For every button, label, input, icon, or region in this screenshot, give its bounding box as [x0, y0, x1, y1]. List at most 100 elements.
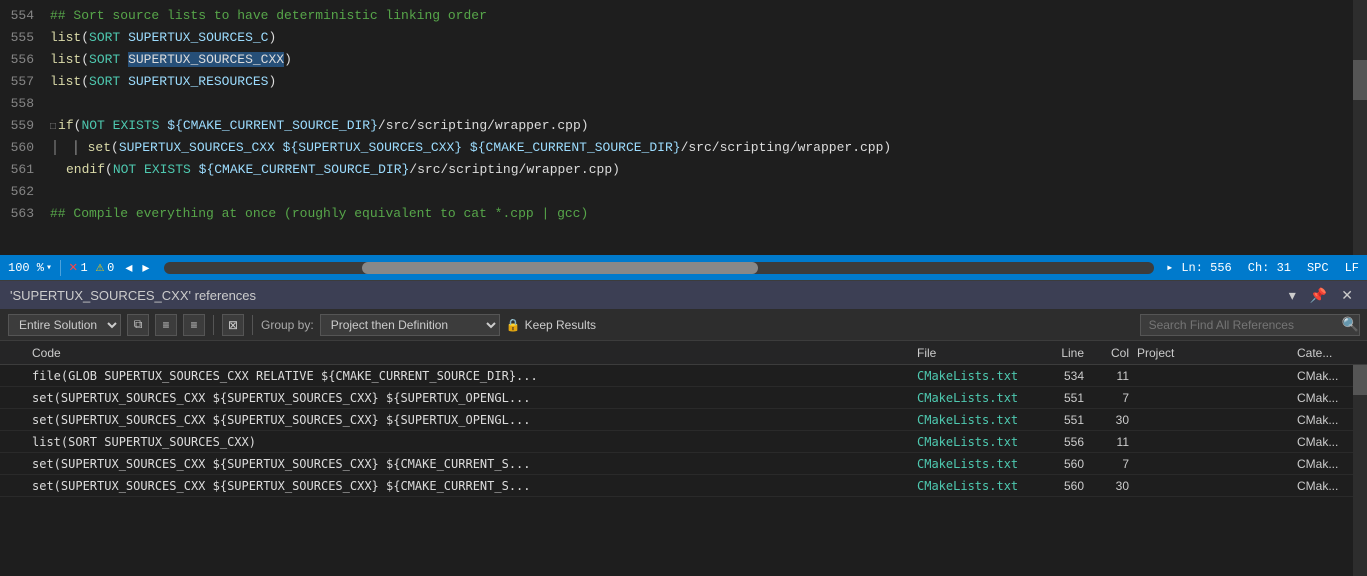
row-5-file: CMakeLists.txt — [917, 479, 1037, 493]
row-5-code: set(SUPERTUX_SOURCES_CXX ${SUPERTUX_SOUR… — [24, 479, 917, 493]
nav-back-button[interactable]: ◂ — [122, 259, 135, 276]
row-5-col: 30 — [1092, 479, 1137, 493]
row-4-file: CMakeLists.txt — [917, 457, 1037, 471]
horizontal-scrollbar-thumb — [362, 262, 758, 274]
nav-scroll-right[interactable]: ▸ — [1166, 260, 1173, 275]
results-body: file(GLOB SUPERTUX_SOURCES_CXX RELATIVE … — [0, 365, 1367, 576]
line-num-558: 558 — [0, 96, 50, 111]
row-1-col: 7 — [1092, 391, 1137, 405]
col-col-header: Col — [1092, 346, 1137, 360]
panel-title: 'SUPERTUX_SOURCES_CXX' references — [10, 288, 1277, 303]
results-header: Code File Line Col Project Cate... — [0, 341, 1367, 365]
editor-scrollbar[interactable] — [1353, 0, 1367, 255]
panel-close-button[interactable]: ✕ — [1337, 285, 1357, 306]
row-1-line: 551 — [1037, 391, 1092, 405]
line-num-559: 559 — [0, 118, 50, 133]
row-4-code: set(SUPERTUX_SOURCES_CXX ${SUPERTUX_SOUR… — [24, 457, 917, 471]
col-project-header: Project — [1137, 346, 1297, 360]
find-references-panel: 'SUPERTUX_SOURCES_CXX' references ▾ 📌 ✕ … — [0, 280, 1367, 576]
code-line-559: 559 □if(NOT EXISTS ${CMAKE_CURRENT_SOURC… — [0, 114, 1367, 136]
code-lines: 554 ## Sort source lists to have determi… — [0, 0, 1367, 224]
collapse-button[interactable]: ≡ — [183, 314, 205, 336]
panel-titlebar: 'SUPERTUX_SOURCES_CXX' references ▾ 📌 ✕ — [0, 281, 1367, 309]
error-icon: ✕ — [69, 259, 77, 276]
row-0-col: 11 — [1092, 369, 1137, 383]
result-row-5[interactable]: set(SUPERTUX_SOURCES_CXX ${SUPERTUX_SOUR… — [0, 475, 1367, 497]
zoom-dropdown-icon[interactable]: ▾ — [46, 262, 52, 274]
scope-dropdown[interactable]: Entire Solution — [8, 314, 121, 336]
zoom-control[interactable]: 100 % ▾ — [8, 261, 52, 275]
row-0-file: CMakeLists.txt — [917, 369, 1037, 383]
row-3-file: CMakeLists.txt — [917, 435, 1037, 449]
warning-count[interactable]: ⚠ 0 — [96, 259, 115, 276]
line-num-561: 561 — [0, 162, 50, 177]
line-content-555: list(SORT SUPERTUX_SOURCES_C) — [50, 30, 1367, 45]
panel-toolbar: Entire Solution ⧉ ≡ ≡ ⊠ Group by: Projec… — [0, 309, 1367, 341]
zoom-value: 100 % — [8, 261, 44, 275]
row-0-code: file(GLOB SUPERTUX_SOURCES_CXX RELATIVE … — [24, 369, 917, 383]
code-line-558: 558 — [0, 92, 1367, 114]
row-4-line: 560 — [1037, 457, 1092, 471]
status-divider-1 — [60, 260, 61, 276]
line-content-560: │ set(SUPERTUX_SOURCES_CXX ${SUPERTUX_SO… — [54, 140, 1367, 155]
row-2-line: 551 — [1037, 413, 1092, 427]
editor-scrollbar-thumb — [1353, 60, 1367, 100]
result-row-3[interactable]: list(SORT SUPERTUX_SOURCES_CXX) CMakeLis… — [0, 431, 1367, 453]
error-num: 1 — [80, 261, 87, 275]
row-3-code: list(SORT SUPERTUX_SOURCES_CXX) — [24, 435, 917, 449]
line-num-555: 555 — [0, 30, 50, 45]
row-4-col: 7 — [1092, 457, 1137, 471]
copy-button[interactable]: ⧉ — [127, 314, 149, 336]
line-content-563: ## Compile everything at once (roughly e… — [50, 206, 1367, 221]
result-row-0[interactable]: file(GLOB SUPERTUX_SOURCES_CXX RELATIVE … — [0, 365, 1367, 387]
row-3-col: 11 — [1092, 435, 1137, 449]
row-2-col: 30 — [1092, 413, 1137, 427]
code-line-561: 561 endif(NOT EXISTS ${CMAKE_CURRENT_SOU… — [0, 158, 1367, 180]
keep-results-button[interactable]: 🔒 Keep Results — [506, 318, 596, 332]
warning-icon: ⚠ — [96, 259, 104, 276]
result-row-4[interactable]: set(SUPERTUX_SOURCES_CXX ${SUPERTUX_SOUR… — [0, 453, 1367, 475]
row-5-line: 560 — [1037, 479, 1092, 493]
nav-buttons: ◂ ▸ — [122, 259, 152, 276]
results-scrollbar[interactable] — [1353, 365, 1367, 576]
row-2-code: set(SUPERTUX_SOURCES_CXX ${SUPERTUX_SOUR… — [24, 413, 917, 427]
horizontal-scrollbar[interactable] — [164, 262, 1154, 274]
warning-num: 0 — [107, 261, 114, 275]
line-num-560: 560 — [0, 140, 50, 155]
row-1-file: CMakeLists.txt — [917, 391, 1037, 405]
ch-display: Ch: 31 — [1248, 261, 1291, 275]
search-refs-icon-button[interactable]: 🔍 — [1342, 316, 1359, 333]
line-content-557: list(SORT SUPERTUX_RESOURCES) — [50, 74, 1367, 89]
error-count[interactable]: ✕ 1 — [69, 259, 88, 276]
line-num-554: 554 — [0, 8, 50, 23]
row-1-code: set(SUPERTUX_SOURCES_CXX ${SUPERTUX_SOUR… — [24, 391, 917, 405]
expand-button[interactable]: ≡ — [155, 314, 177, 336]
eol-display: LF — [1345, 261, 1359, 275]
toolbar-separator — [213, 315, 214, 335]
code-line-563: 563 ## Compile everything at once (rough… — [0, 202, 1367, 224]
col-cate-header: Cate... — [1297, 346, 1367, 360]
line-content-559: □if(NOT EXISTS ${CMAKE_CURRENT_SOURCE_DI… — [50, 118, 1367, 133]
search-refs-input[interactable] — [1140, 314, 1360, 336]
line-content-556: list(SORT SUPERTUX_SOURCES_CXX) — [50, 52, 1367, 67]
results-scroll-thumb — [1353, 365, 1367, 395]
code-line-557: 557 list(SORT SUPERTUX_RESOURCES) — [0, 70, 1367, 92]
line-content-561: endif(NOT EXISTS ${CMAKE_CURRENT_SOURCE_… — [50, 162, 1367, 177]
result-row-1[interactable]: set(SUPERTUX_SOURCES_CXX ${SUPERTUX_SOUR… — [0, 387, 1367, 409]
ln-display: Ln: 556 — [1181, 261, 1231, 275]
code-line-556: 556 list(SORT SUPERTUX_SOURCES_CXX) — [0, 48, 1367, 70]
group-by-dropdown[interactable]: Project then Definition — [320, 314, 500, 336]
row-0-line: 534 — [1037, 369, 1092, 383]
code-line-555: 555 list(SORT SUPERTUX_SOURCES_C) — [0, 26, 1367, 48]
row-2-file: CMakeLists.txt — [917, 413, 1037, 427]
status-bar: 100 % ▾ ✕ 1 ⚠ 0 ◂ ▸ ▸ Ln: 556 Ch: 31 SPC… — [0, 255, 1367, 280]
status-right: Ln: 556 Ch: 31 SPC LF — [1181, 261, 1359, 275]
result-row-2[interactable]: set(SUPERTUX_SOURCES_CXX ${SUPERTUX_SOUR… — [0, 409, 1367, 431]
code-line-562: 562 — [0, 180, 1367, 202]
code-line-554: 554 ## Sort source lists to have determi… — [0, 4, 1367, 26]
panel-dropdown-button[interactable]: ▾ — [1285, 285, 1300, 306]
filter-button[interactable]: ⊠ — [222, 314, 244, 336]
keep-results-label: Keep Results — [525, 318, 596, 332]
nav-forward-button[interactable]: ▸ — [139, 259, 152, 276]
panel-pin-button[interactable]: 📌 — [1306, 285, 1331, 306]
